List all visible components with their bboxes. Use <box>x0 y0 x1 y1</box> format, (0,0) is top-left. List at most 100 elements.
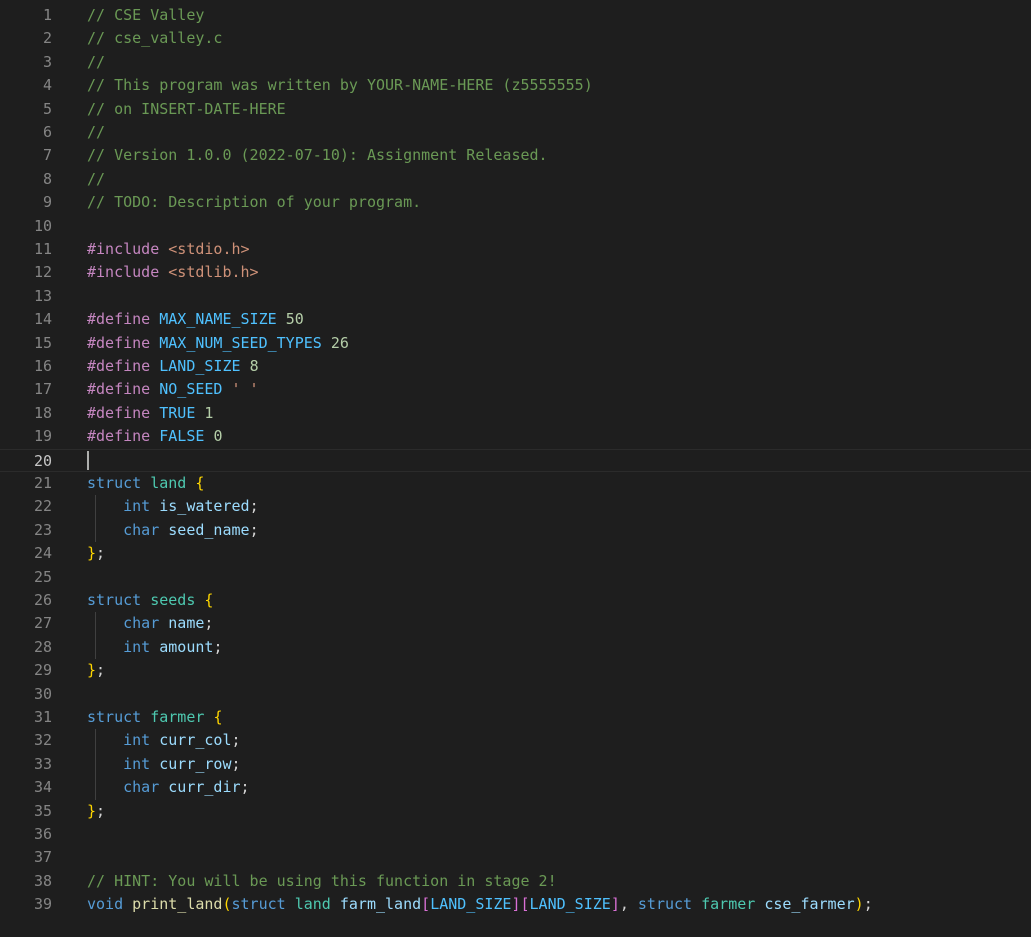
code-line[interactable]: 33 int curr_row; <box>0 753 1031 776</box>
code-line[interactable]: 7 // Version 1.0.0 (2022-07-10): Assignme… <box>0 144 1031 167</box>
code-line[interactable]: 29}; <box>0 659 1031 682</box>
code-text[interactable]: #define TRUE 1 <box>87 402 213 425</box>
code-token: [ <box>421 895 431 914</box>
code-token: 50 <box>285 310 304 329</box>
code-token: { <box>213 708 223 726</box>
code-line[interactable]: 21 struct land { <box>0 472 1031 495</box>
code-line[interactable]: 20 <box>0 448 1031 472</box>
code-text[interactable]: }; <box>87 542 105 565</box>
code-line[interactable]: 17 #define NO_SEED ' ' <box>0 378 1031 401</box>
code-text[interactable]: struct land { <box>87 472 204 495</box>
code-text[interactable]: // TODO: Description of your program. <box>87 191 421 214</box>
code-text[interactable]: #define FALSE 0 <box>87 425 222 448</box>
code-text[interactable]: struct seeds { <box>87 589 213 612</box>
code-line[interactable]: 30 <box>0 683 1031 706</box>
code-text[interactable]: // <box>87 121 105 144</box>
code-line[interactable]: 39 void print_land(struct land farm_land[… <box>0 893 1031 916</box>
code-text[interactable]: // CSE Valley <box>87 4 204 27</box>
code-line[interactable]: 10 <box>0 215 1031 238</box>
code-line[interactable]: 4 // This program was written by YOUR-NAM… <box>0 74 1031 97</box>
code-token: LAND_SIZE <box>159 357 241 375</box>
code-text[interactable]: // <box>87 51 105 74</box>
code-line[interactable]: 25 <box>0 566 1031 589</box>
code-line[interactable]: 16 #define LAND_SIZE 8 <box>0 355 1031 378</box>
code-text[interactable]: void print_land(struct land farm_land[LA… <box>87 893 873 916</box>
code-token: } <box>87 661 97 680</box>
line-number: 8 <box>42 169 52 188</box>
code-text[interactable]: char name; <box>87 612 213 635</box>
code-line[interactable]: 2 // cse_valley.c <box>0 27 1031 50</box>
code-token: <stdio.h> <box>168 240 250 258</box>
code-line[interactable]: 31 struct farmer { <box>0 706 1031 729</box>
line-number: 24 <box>33 544 52 563</box>
code-text[interactable]: // This program was written by YOUR-NAME… <box>87 74 593 97</box>
code-text[interactable]: }; <box>87 800 105 823</box>
code-text[interactable]: #define MAX_NUM_SEED_TYPES 26 <box>87 332 349 355</box>
code-line[interactable]: 28 int amount; <box>0 636 1031 659</box>
code-text[interactable]: #include <stdio.h> <box>87 238 250 261</box>
code-text[interactable]: char seed_name; <box>87 519 258 542</box>
code-token: { <box>195 474 205 492</box>
code-line[interactable]: 23 char seed_name; <box>0 519 1031 542</box>
code-line[interactable]: 26 struct seeds { <box>0 589 1031 612</box>
code-token: // cse_valley.c <box>87 29 223 48</box>
code-line[interactable]: 19 #define FALSE 0 <box>0 425 1031 448</box>
code-line[interactable]: 14 #define MAX_NAME_SIZE 50 <box>0 308 1031 331</box>
text-cursor <box>87 450 89 470</box>
code-text[interactable]: #include <stdlib.h> <box>87 261 259 284</box>
line-number: 9 <box>42 193 52 212</box>
code-token: MAX_NUM_SEED_TYPES <box>159 333 322 352</box>
code-line[interactable]: 6 // <box>0 121 1031 144</box>
line-number: 28 <box>33 637 52 656</box>
code-token: ; <box>249 497 259 516</box>
code-text[interactable]: int curr_col; <box>87 729 240 752</box>
code-token: TRUE <box>159 403 196 422</box>
code-line[interactable]: 35}; <box>0 800 1031 823</box>
code-line[interactable]: 24}; <box>0 542 1031 565</box>
code-text[interactable]: // Version 1.0.0 (2022-07-10): Assignmen… <box>87 144 548 167</box>
code-line[interactable]: 9 // TODO: Description of your program. <box>0 191 1031 214</box>
code-line[interactable]: 22 int is_watered; <box>0 495 1031 518</box>
code-text[interactable]: // <box>87 168 105 191</box>
code-line[interactable]: 11 #include <stdio.h> <box>0 238 1031 261</box>
code-token: ] <box>610 895 620 914</box>
code-line[interactable]: 32 int curr_col; <box>0 729 1031 752</box>
code-token: // <box>87 169 106 188</box>
code-editor[interactable]: 1 // CSE Valley 2 // cse_valley.c 3 // 4 // Thi… <box>0 0 1031 937</box>
code-text[interactable]: }; <box>87 659 105 682</box>
code-line[interactable]: 36 <box>0 823 1031 846</box>
code-token: ( <box>222 895 232 914</box>
line-number: 19 <box>33 427 52 446</box>
code-token: #define <box>87 403 160 422</box>
code-text[interactable]: // cse_valley.c <box>87 27 222 50</box>
code-line[interactable]: 15 #define MAX_NUM_SEED_TYPES 26 <box>0 332 1031 355</box>
code-text[interactable]: struct farmer { <box>87 706 222 729</box>
code-text[interactable]: char curr_dir; <box>87 776 249 799</box>
code-line[interactable]: 5 // on INSERT-DATE-HERE <box>0 98 1031 121</box>
code-text[interactable]: // on INSERT-DATE-HERE <box>87 98 286 121</box>
code-line[interactable]: 12 #include <stdlib.h> <box>0 261 1031 284</box>
code-text[interactable]: // HINT: You will be using this function… <box>87 870 557 893</box>
code-text[interactable]: #define MAX_NAME_SIZE 50 <box>87 308 304 331</box>
code-line[interactable]: 1 // CSE Valley <box>0 4 1031 27</box>
code-text[interactable]: #define NO_SEED ' ' <box>87 378 259 401</box>
code-line[interactable]: 38 // HINT: You will be using this functi… <box>0 870 1031 893</box>
code-token: #include <box>87 240 169 258</box>
code-text[interactable]: int curr_row; <box>87 753 241 776</box>
line-number: 5 <box>42 99 52 118</box>
code-line[interactable]: 3 // <box>0 51 1031 74</box>
code-token: ; <box>863 895 873 914</box>
code-token: ; <box>231 754 241 773</box>
code-line[interactable]: 27 char name; <box>0 612 1031 635</box>
code-text[interactable]: int is_watered; <box>87 495 259 518</box>
code-line[interactable]: 8 // <box>0 168 1031 191</box>
code-line[interactable]: 37 <box>0 846 1031 869</box>
code-text[interactable]: int amount; <box>87 636 222 659</box>
code-text[interactable]: #define LAND_SIZE 8 <box>87 355 259 378</box>
code-line[interactable]: 34 char curr_dir; <box>0 776 1031 799</box>
code-line[interactable]: 13 <box>0 285 1031 308</box>
indent-guide <box>95 495 96 543</box>
code-line[interactable]: 18 #define TRUE 1 <box>0 402 1031 425</box>
code-token: struct <box>87 474 142 492</box>
